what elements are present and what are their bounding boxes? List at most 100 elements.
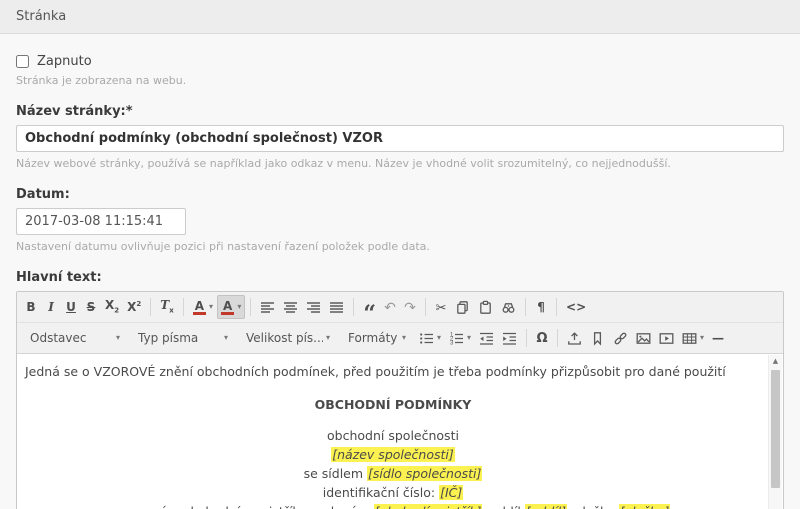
placeholder-token: [IČ] bbox=[439, 485, 463, 500]
clear-formatting-button[interactable]: Tx bbox=[156, 295, 177, 319]
media-icon bbox=[659, 331, 674, 346]
copy-icon bbox=[455, 300, 470, 315]
align-right-button[interactable] bbox=[302, 295, 325, 319]
doc-line: [název společnosti] bbox=[25, 445, 761, 464]
chevron-down-icon: ▾ bbox=[209, 303, 213, 311]
doc-line: se sídlem [sídlo společnosti] bbox=[25, 464, 761, 483]
rich-text-editor: BIUS X2 X2 Tx A▾A▾ “ ↶↷ ✂ ¶ <> Odstavec ▾ Typ písma… bbox=[16, 291, 784, 509]
chevron-down-icon: ▾ bbox=[237, 303, 241, 311]
doc-text: , vložka bbox=[567, 504, 619, 509]
superscript-icon: X2 bbox=[127, 301, 141, 313]
link-icon bbox=[613, 331, 628, 346]
bookmark-button[interactable] bbox=[586, 326, 609, 350]
image-icon bbox=[636, 331, 651, 346]
enabled-row: Zapnuto bbox=[16, 54, 784, 69]
clear-formatting-icon: Tx bbox=[160, 299, 173, 314]
chevron-down-icon: ▾ bbox=[700, 334, 704, 342]
date-help: Nastavení datumu ovlivňuje pozici při na… bbox=[16, 240, 784, 253]
unordered-list-icon bbox=[419, 331, 434, 346]
doc-line: identifikační číslo: [IČ] bbox=[25, 483, 761, 502]
align-left-button[interactable] bbox=[256, 295, 279, 319]
chevron-down-icon: ▾ bbox=[116, 334, 120, 342]
doc-line: zapsané v obchodním rejstříku vedeném [o… bbox=[25, 502, 761, 509]
bold-button[interactable]: B bbox=[21, 295, 41, 319]
doc-text: OBCHODNÍ PODMÍNKY bbox=[315, 397, 472, 412]
enabled-checkbox[interactable] bbox=[16, 55, 29, 68]
toolbar-row-2: Odstavec▾Typ písma▾Velikost pís...▾Formá… bbox=[17, 323, 783, 354]
cut-button[interactable]: ✂ bbox=[431, 295, 451, 319]
enabled-label[interactable]: Zapnuto bbox=[37, 54, 92, 69]
upload-icon bbox=[567, 331, 582, 346]
text-color-button[interactable]: A▾ bbox=[189, 295, 217, 319]
editor-content[interactable]: ▲ Jedná se o VZOROVÉ znění obchodních po… bbox=[17, 354, 783, 509]
scrollbar-thumb[interactable] bbox=[771, 370, 780, 488]
doc-text: , oddíl bbox=[482, 504, 524, 509]
subscript-icon: X2 bbox=[105, 299, 119, 314]
undo-button[interactable]: ↶ bbox=[380, 295, 400, 319]
block-format-dropdown-label: Odstavec bbox=[30, 331, 86, 345]
block-format-dropdown[interactable]: Odstavec ▾ bbox=[23, 326, 127, 350]
name-input[interactable] bbox=[16, 125, 784, 152]
upload-button[interactable] bbox=[563, 326, 586, 350]
align-justify-icon bbox=[329, 300, 344, 315]
pilcrow-button[interactable]: ¶ bbox=[531, 295, 551, 319]
unordered-list-button[interactable]: ▾ bbox=[415, 326, 445, 350]
horizontal-rule-button[interactable]: — bbox=[708, 326, 728, 350]
link-button[interactable] bbox=[609, 326, 632, 350]
paste-button[interactable] bbox=[474, 295, 497, 319]
formats-dropdown-label: Formáty bbox=[348, 331, 397, 345]
placeholder-token: [obchodí rejstřík] bbox=[374, 504, 483, 509]
bookmark-icon bbox=[590, 331, 605, 346]
strikethrough-icon: S bbox=[87, 301, 96, 313]
chevron-down-icon: ▾ bbox=[402, 334, 406, 342]
toolbar-separator bbox=[526, 329, 527, 347]
special-character-button[interactable]: Ω bbox=[532, 326, 552, 350]
align-center-icon bbox=[283, 300, 298, 315]
body-label: Hlavní text: bbox=[16, 270, 784, 285]
toolbar-separator bbox=[150, 298, 151, 316]
blockquote-button[interactable]: “ bbox=[359, 295, 380, 319]
align-left-icon bbox=[260, 300, 275, 315]
table-button[interactable]: ▾ bbox=[678, 326, 708, 350]
doc-text: identifikační číslo: bbox=[323, 485, 439, 500]
table-icon bbox=[682, 331, 697, 346]
formats-dropdown[interactable]: Formáty ▾ bbox=[341, 326, 413, 350]
scroll-up-icon[interactable]: ▲ bbox=[769, 355, 782, 368]
editor-scrollbar[interactable]: ▲ bbox=[768, 355, 782, 509]
media-button[interactable] bbox=[655, 326, 678, 350]
toolbar-separator bbox=[183, 298, 184, 316]
placeholder-token: [sídlo společnosti] bbox=[367, 466, 482, 481]
indent-icon bbox=[502, 331, 517, 346]
font-family-dropdown[interactable]: Typ písma▾ bbox=[131, 326, 235, 350]
subscript-button[interactable]: X2 bbox=[101, 295, 123, 319]
underline-icon: U bbox=[66, 301, 76, 313]
italic-button[interactable]: I bbox=[41, 295, 61, 319]
name-help: Název webové stránky, používá se napříkl… bbox=[16, 157, 784, 170]
background-color-button[interactable]: A▾ bbox=[217, 295, 245, 319]
image-button[interactable] bbox=[632, 326, 655, 350]
toolbar-separator bbox=[250, 298, 251, 316]
pilcrow-icon: ¶ bbox=[537, 301, 545, 313]
toolbar-separator bbox=[525, 298, 526, 316]
align-justify-button[interactable] bbox=[325, 295, 348, 319]
form-content: Zapnuto Stránka je zobrazena na webu. Ná… bbox=[0, 34, 800, 509]
blockquote-icon: “ bbox=[363, 304, 376, 310]
date-input[interactable] bbox=[16, 208, 186, 235]
font-family-dropdown-label: Typ písma bbox=[138, 331, 198, 345]
font-size-dropdown[interactable]: Velikost pís...▾ bbox=[239, 326, 337, 350]
outdent-button[interactable] bbox=[475, 326, 498, 350]
chevron-down-icon: ▾ bbox=[326, 334, 330, 342]
align-center-button[interactable] bbox=[279, 295, 302, 319]
superscript-button[interactable]: X2 bbox=[123, 295, 145, 319]
ordered-list-button[interactable]: 123▾ bbox=[445, 326, 475, 350]
redo-button[interactable]: ↷ bbox=[400, 295, 420, 319]
code-button[interactable]: <> bbox=[562, 295, 590, 319]
underline-button[interactable]: U bbox=[61, 295, 81, 319]
page: Stránka Zapnuto Stránka je zobrazena na … bbox=[0, 0, 800, 509]
indent-button[interactable] bbox=[498, 326, 521, 350]
enabled-help: Stránka je zobrazena na webu. bbox=[16, 74, 784, 87]
strikethrough-button[interactable]: S bbox=[81, 295, 101, 319]
copy-button[interactable] bbox=[451, 295, 474, 319]
find-replace-button[interactable] bbox=[497, 295, 520, 319]
page-title: Stránka bbox=[0, 0, 800, 34]
